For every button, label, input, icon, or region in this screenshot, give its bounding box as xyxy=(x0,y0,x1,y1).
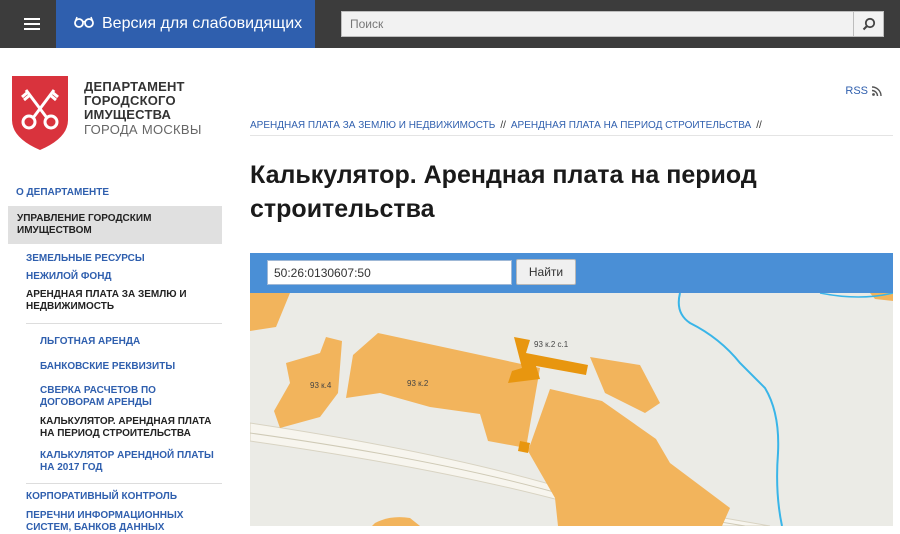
sidebar-sub-2017-line-2: НА 2017 ГОД xyxy=(40,462,103,473)
map-label-93k2s1: 93 к.2 с.1 xyxy=(534,340,569,349)
sidebar-item-info-systems[interactable]: ПЕРЕЧНИ ИНФОРМАЦИОННЫХ СИСТЕМ, БАНКОВ ДА… xyxy=(26,510,222,534)
hamburger-icon xyxy=(24,18,40,30)
sidebar-active-line-2: ИМУЩЕСТВОМ xyxy=(17,225,92,236)
rss-link[interactable]: RSS xyxy=(845,85,882,97)
menu-button[interactable] xyxy=(8,0,56,48)
map-canvas: 93 к.4 93 к.2 93 к.2 с.1 xyxy=(250,293,893,526)
breadcrumb-divider: // xyxy=(756,120,762,131)
sidebar-sub-bank-details[interactable]: БАНКОВСКИЕ РЕКВИЗИТЫ xyxy=(40,361,222,373)
sidebar-sub-construction-calculator[interactable]: КАЛЬКУЛЯТОР. АРЕНДНАЯ ПЛАТА НА ПЕРИОД СТ… xyxy=(40,416,222,440)
breadcrumb-item-construction-rent[interactable]: АРЕНДНАЯ ПЛАТА НА ПЕРИОД СТРОИТЕЛЬСТВА xyxy=(511,120,751,131)
search-button[interactable] xyxy=(853,12,883,36)
department-name: ДЕПАРТАМЕНТ ГОРОДСКОГО ИМУЩЕСТВА ГОРОДА … xyxy=(84,80,214,138)
search-box xyxy=(341,11,884,37)
divider xyxy=(26,323,222,324)
divider xyxy=(26,483,222,484)
logo-line-4: ГОРОДА МОСКВЫ xyxy=(84,122,202,137)
glasses-icon xyxy=(74,15,94,33)
page-title-line-1: Калькулятор. Арендная плата на период xyxy=(250,161,757,189)
sidebar-info-line-1: ПЕРЕЧНИ ИНФОРМАЦИОННЫХ xyxy=(26,510,184,521)
sidebar-sub-reconciliation-line-2: ДОГОВОРАМ АРЕНДЫ xyxy=(40,397,152,408)
map-label-93k2: 93 к.2 xyxy=(407,379,429,388)
map-label-93k4: 93 к.4 xyxy=(310,381,332,390)
page-title-line-2: строительства xyxy=(250,195,435,223)
sidebar-list: ЗЕМЕЛЬНЫЕ РЕСУРСЫ НЕЖИЛОЙ ФОНД АРЕНДНАЯ … xyxy=(26,253,222,313)
divider xyxy=(250,135,893,136)
sidebar-sub-2017-calculator[interactable]: КАЛЬКУЛЯТОР АРЕНДНОЙ ПЛАТЫ НА 2017 ГОД xyxy=(40,450,222,474)
sidebar-item-corporate-control[interactable]: КОРПОРАТИВНЫЙ КОНТРОЛЬ xyxy=(26,491,177,503)
sidebar-item-land[interactable]: ЗЕМЕЛЬНЫЕ РЕСУРСЫ xyxy=(26,253,222,265)
sidebar-active-line-1: УПРАВЛЕНИЕ ГОРОДСКИМ xyxy=(17,213,152,224)
page-title: Калькулятор. Арендная плата на период ст… xyxy=(250,158,870,226)
sidebar-item-rent-line-1: АРЕНДНАЯ ПЛАТА ЗА ЗЕМЛЮ И xyxy=(26,289,187,300)
sidebar-item-rent[interactable]: АРЕНДНАЯ ПЛАТА ЗА ЗЕМЛЮ И НЕДВИЖИМОСТЬ xyxy=(26,289,222,313)
logo-line-2: ГОРОДСКОГО xyxy=(84,93,176,108)
department-logo[interactable] xyxy=(12,76,68,155)
sidebar-sub-reconciliation[interactable]: СВЕРКА РАСЧЕТОВ ПО ДОГОВОРАМ АРЕНДЫ xyxy=(40,385,222,409)
sidebar-sub-calculator-line-2: НА ПЕРИОД СТРОИТЕЛЬСТВА xyxy=(40,428,191,439)
coat-of-arms-icon xyxy=(12,76,68,150)
rss-icon xyxy=(872,86,882,96)
logo-line-1: ДЕПАРТАМЕНТ xyxy=(84,79,185,94)
map[interactable]: 93 к.4 93 к.2 93 к.2 с.1 xyxy=(250,293,893,526)
sidebar-sub-calculator-line-1: КАЛЬКУЛЯТОР. АРЕНДНАЯ ПЛАТА xyxy=(40,416,212,427)
logo-line-3: ИМУЩЕСТВА xyxy=(84,107,172,122)
cadastral-number-input[interactable] xyxy=(267,260,512,285)
sidebar-item-rent-line-2: НЕДВИЖИМОСТЬ xyxy=(26,301,115,312)
rss-label: RSS xyxy=(845,85,868,97)
sidebar-item-about[interactable]: О ДЕПАРТАМЕНТЕ xyxy=(16,187,109,198)
sidebar-item-property-management[interactable]: УПРАВЛЕНИЕ ГОРОДСКИМ ИМУЩЕСТВОМ xyxy=(8,206,222,244)
search-icon xyxy=(862,17,875,31)
low-vision-version-link[interactable]: Версия для слабовидящих xyxy=(56,0,315,48)
search-input[interactable] xyxy=(342,12,852,36)
find-button[interactable]: Найти xyxy=(516,259,576,285)
sidebar-info-line-2: СИСТЕМ, БАНКОВ ДАННЫХ xyxy=(26,522,165,533)
breadcrumb-divider: // xyxy=(500,120,506,131)
low-vision-label: Версия для слабовидящих xyxy=(102,15,303,32)
top-bar: Версия для слабовидящих xyxy=(0,0,900,48)
sidebar-sub-reconciliation-line-1: СВЕРКА РАСЧЕТОВ ПО xyxy=(40,385,156,396)
sidebar-sub-2017-line-1: КАЛЬКУЛЯТОР АРЕНДНОЙ ПЛАТЫ xyxy=(40,450,214,461)
map-search-bar: Найти xyxy=(250,253,893,293)
sidebar-item-nonresidential[interactable]: НЕЖИЛОЙ ФОНД xyxy=(26,271,222,283)
building-small xyxy=(518,441,530,453)
sidebar-sub-preferential-rent[interactable]: ЛЬГОТНАЯ АРЕНДА xyxy=(40,336,222,348)
breadcrumb-item-rent[interactable]: АРЕНДНАЯ ПЛАТА ЗА ЗЕМЛЮ И НЕДВИЖИМОСТЬ xyxy=(250,120,495,131)
breadcrumb: АРЕНДНАЯ ПЛАТА ЗА ЗЕМЛЮ И НЕДВИЖИМОСТЬ //… xyxy=(250,120,767,131)
